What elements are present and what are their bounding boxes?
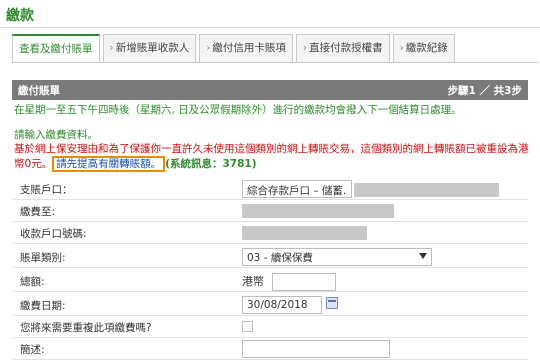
pay-date-label: 繳費日期: [20,300,66,312]
repeat-field [242,321,253,335]
page-header: 繳款 [0,0,540,28]
pay-to-row: 繳費至: [12,200,528,222]
currency-label: 港幣 [242,275,264,288]
divider [12,62,538,63]
chevron-right-icon: › [109,42,114,54]
repeat-checkbox[interactable] [242,321,253,332]
payee-account-row: 收款戶口號碼: [12,222,528,244]
section-title: 繳付賬單 [18,85,60,97]
page-title: 繳款 [6,8,34,24]
cutoff-notice: 在星期一至五下午四時後（星期六, 日及公眾假期除外）進行的繳款均會撥入下一個結算… [14,104,462,116]
description-label: 簡述: [20,344,45,356]
input-prompt: 請輸入繳費資料。 [14,129,98,141]
description-input[interactable] [242,340,390,358]
repeat-row: 您將來需要重複此項繳費嗎? [12,316,528,338]
pay-date-row: 繳費日期: 30/08/2018 [12,294,528,316]
chevron-down-icon [419,253,427,259]
limit-increase-link[interactable]: 請先提高有關轉賬額。 [52,156,166,172]
pay-date-input[interactable]: 30/08/2018 [242,296,322,314]
step-indicator: 步驟1 ／ 共3步 [447,85,522,97]
redacted-block [354,183,499,197]
tab-view-pay-bills[interactable]: 查看及繳付賬單 [12,34,100,62]
error-message: 基於網上保安理由和為了保護你一直許久未使用這個類別的網上轉賬交易，這個類別的網上… [14,142,530,172]
bill-type-label: 賬單類別: [20,252,66,264]
repeat-label: 您將來需要重複此項繳費嗎? [20,322,152,334]
bill-type-select[interactable]: 03 - 續保保費 [242,248,432,266]
tab-bar: 查看及繳付賬單 › 新增賬單收款人 › 繳付信用卡賬項 › 直接付款授權書 › 繳款紀錄 [12,34,458,62]
amount-row: 總額: 港幣 [12,270,528,292]
tab-direct-debit[interactable]: › 直接付款授權書 [295,34,390,62]
bill-type-field: 03 - 續保保費 [242,248,432,266]
amount-input[interactable] [271,273,336,291]
tab-payment-history[interactable]: › 繳款紀錄 [392,34,455,62]
payee-account-field [242,226,367,243]
calendar-icon[interactable] [326,297,338,309]
amount-field: 港幣 [242,273,336,291]
pay-to-field [242,204,394,221]
section-band: 繳付賬單 步驟1 ／ 共3步 [12,80,528,100]
chevron-right-icon: › [399,42,404,54]
pay-date-field: 30/08/2018 [242,296,338,314]
amount-label: 總額: [20,276,45,288]
chevron-right-icon: › [302,42,308,54]
pay-to-label: 繳費至: [20,206,56,218]
source-account-label: 支賬戶口： [20,184,73,196]
system-message-code: (系統訊息：3781) [165,158,257,170]
tab-add-payee[interactable]: › 新增賬單收款人 [102,34,197,62]
bill-type-row: 賬單類別: 03 - 續保保費 [12,246,528,268]
tab-credit-card[interactable]: › 繳付信用卡賬項 [199,34,293,62]
source-account-select[interactable]: 綜合存款戶口 – 儲蓄. [242,180,352,198]
redacted-block [242,226,367,240]
description-field [242,340,390,360]
description-row: 簡述: [12,338,528,360]
source-account-field: 綜合存款戶口 – 儲蓄. [242,180,499,198]
redacted-block [242,204,394,218]
payee-account-label: 收款戶口號碼: [20,228,87,240]
source-account-row: 支賬戶口： 綜合存款戶口 – 儲蓄. [12,178,528,200]
chevron-right-icon: › [206,42,211,54]
